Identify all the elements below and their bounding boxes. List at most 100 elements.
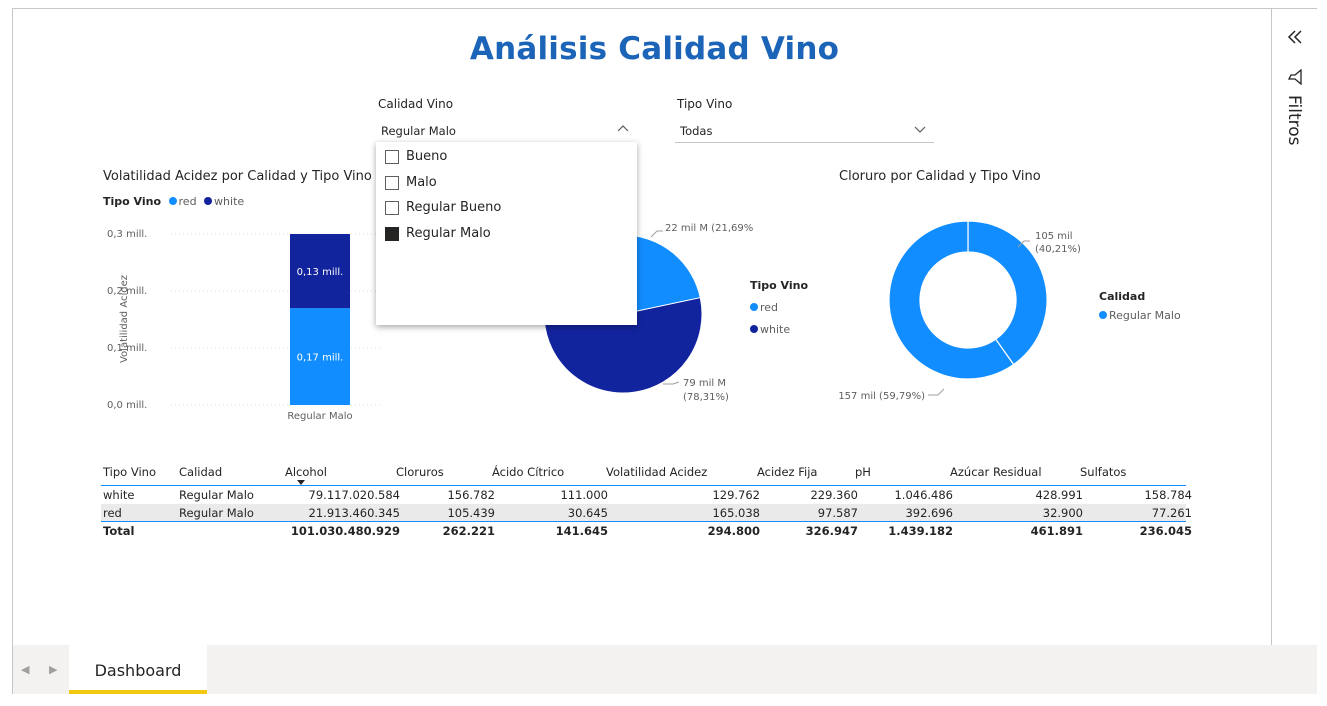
y-tick-label: 0,0 mill.: [107, 400, 147, 411]
calidad-option-bueno[interactable]: Bueno: [385, 149, 447, 164]
filters-label[interactable]: Filtros: [1284, 95, 1304, 146]
donut-chart: 105 mil (40,21%) 157 mil (59,79%): [838, 220, 1081, 402]
table-cell: 1.439.182: [888, 524, 953, 538]
donut-legend-title: Calidad: [1099, 290, 1146, 303]
calidad-option-regular-bueno[interactable]: Regular Bueno: [385, 200, 501, 215]
bar-chart-legend: Tipo Vino red white: [103, 195, 244, 208]
column-header[interactable]: Ácido Cítrico: [492, 465, 564, 479]
column-header[interactable]: Alcohol: [285, 465, 327, 479]
column-header[interactable]: Cloruros: [396, 465, 444, 479]
table-cell: 77.261: [1151, 506, 1192, 520]
column-header[interactable]: Sulfatos: [1080, 465, 1126, 479]
table-cell: 158.784: [1144, 488, 1192, 502]
donut-data-label-2: 157 mil (59,79%): [838, 391, 925, 402]
table-cell: 141.645: [555, 524, 608, 538]
tipo-slicer-dropdown[interactable]: Todas: [675, 119, 934, 143]
leader-line: [928, 388, 945, 396]
pie-data-label-white-pct: (78,31%): [683, 392, 729, 403]
table-cell: 392.696: [905, 506, 953, 520]
donut-chart-title: Cloruro por Calidad y Tipo Vino: [839, 169, 1041, 184]
table-cell: 236.045: [1139, 524, 1192, 538]
leader-line: [663, 381, 680, 385]
checkbox-malo[interactable]: [385, 175, 399, 190]
table-cell: 32.900: [1042, 506, 1083, 520]
leader-line: [650, 230, 663, 238]
calidad-option-malo[interactable]: Malo: [385, 175, 437, 190]
calidad-slicer-dropdown[interactable]: Regular Malo: [376, 119, 637, 143]
table-header: Tipo Vino Calidad Alcohol Cloruros Ácido Cít…: [101, 458, 1186, 486]
bar-chart-title: Volatilidad Acidez por Calidad y Tipo Vi…: [103, 169, 372, 184]
report-frame: Análisis Calidad Vino Calidad Vino Regul…: [12, 8, 1317, 694]
page-title: Análisis Calidad Vino: [469, 31, 840, 67]
report-canvas: Análisis Calidad Vino Calidad Vino Regul…: [13, 9, 1271, 645]
y-tick-label: 0,3 mill.: [107, 229, 147, 240]
calidad-selected-value: Regular Malo: [381, 124, 456, 138]
tab-dashboard[interactable]: Dashboard: [69, 645, 207, 694]
option-label: Malo: [406, 175, 437, 190]
pie-legend-white-marker: [750, 325, 758, 333]
collapse-double-chevron-icon[interactable]: [1287, 29, 1303, 45]
donut-slice[interactable]: [967, 220, 1048, 366]
checkbox-bueno[interactable]: [385, 149, 399, 164]
table-cell: 21.913.460.345: [308, 506, 400, 520]
table-cell: red: [103, 506, 122, 520]
option-label: Regular Bueno: [406, 200, 502, 215]
sort-descending-icon[interactable]: [297, 480, 305, 485]
column-header[interactable]: pH: [855, 465, 871, 479]
x-category-label: Regular Malo: [287, 411, 352, 422]
column-header[interactable]: Calidad: [179, 465, 222, 479]
next-page-icon[interactable]: ▶: [49, 663, 59, 676]
tipo-selected-value: Todas: [680, 124, 713, 138]
table-cell: Regular Malo: [179, 488, 254, 502]
pie-legend-red: red: [760, 301, 779, 314]
prev-page-icon[interactable]: ◀: [21, 663, 31, 676]
donut-data-label-value: 105 mil: [1035, 231, 1073, 242]
table-cell: 165.038: [712, 506, 760, 520]
table-cell: 97.587: [817, 506, 858, 520]
table-cell: 30.645: [567, 506, 608, 520]
checkbox-regular-bueno[interactable]: [385, 200, 399, 215]
pie-data-label-white: 79 mil M: [683, 378, 726, 389]
table-cell: 79.117.020.584: [308, 488, 400, 502]
table-cell: 229.360: [810, 488, 858, 502]
y-axis-label: Volatilidad Acidez: [119, 275, 130, 363]
donut-legend-marker: [1099, 311, 1107, 319]
pie-data-label-red: 22 mil M (21,69%): [665, 223, 753, 234]
donut-legend-item: Regular Malo: [1109, 309, 1181, 322]
table-cell: Total: [103, 524, 135, 538]
filter-icon: [1287, 69, 1302, 85]
option-label: Bueno: [406, 149, 448, 164]
chevron-down-icon: [914, 126, 926, 133]
table-cell: 105.439: [447, 506, 495, 520]
column-header[interactable]: Azúcar Residual: [950, 465, 1042, 479]
table-cell: 156.782: [447, 488, 495, 502]
pie-legend-white: white: [760, 323, 791, 336]
column-header[interactable]: Acidez Fija: [757, 465, 817, 479]
table-total-row: Total 101.030.480.929 262.221 141.645 294.80…: [101, 522, 1192, 540]
filters-pane[interactable]: Filtros: [1271, 9, 1317, 645]
pie-legend-title: Tipo Vino: [750, 279, 809, 292]
column-header[interactable]: Volatilidad Acidez: [606, 465, 707, 479]
table-cell: white: [103, 488, 135, 502]
column-header[interactable]: Tipo Vino: [103, 465, 156, 479]
tipo-slicer-label: Tipo Vino: [677, 97, 733, 111]
table-cell: 1.046.486: [894, 488, 953, 502]
bar-legend-white: white: [214, 195, 245, 208]
table-row[interactable]: red Regular Malo 21.913.460.345 105.439 30.6…: [101, 504, 1192, 522]
calidad-dropdown-list: Bueno Malo Regular Bueno Regular Malo: [376, 142, 637, 325]
table-cell: 129.762: [712, 488, 760, 502]
bar-legend-title: Tipo Vino: [103, 195, 162, 208]
table-cell: 262.221: [442, 524, 495, 538]
checkbox-regular-malo[interactable]: [385, 226, 399, 241]
bar-data-label: 0,13 mill.: [297, 267, 344, 278]
table-cell: 428.991: [1035, 488, 1083, 502]
table-cell: 111.000: [560, 488, 608, 502]
option-label: Regular Malo: [406, 226, 491, 241]
bar-legend-red: red: [178, 195, 197, 208]
table-cell: 461.891: [1030, 524, 1083, 538]
bar-data-label: 0,17 mill.: [297, 353, 344, 364]
calidad-option-regular-malo[interactable]: Regular Malo: [385, 226, 491, 241]
table-cell: 101.030.480.929: [290, 524, 400, 538]
table-row[interactable]: white Regular Malo 79.117.020.584 156.782 11…: [101, 486, 1192, 504]
calidad-slicer-label: Calidad Vino: [378, 97, 454, 111]
